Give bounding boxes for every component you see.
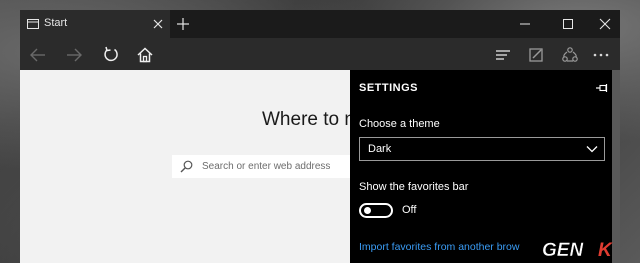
theme-selected-value: Dark (368, 143, 392, 155)
web-note-icon[interactable] (527, 46, 545, 64)
toggle-knob (364, 207, 371, 214)
start-page: Where to ne Search or enter web address (20, 70, 350, 263)
favorites-toggle-state: Off (402, 204, 417, 216)
tab-start[interactable]: Start (20, 10, 170, 38)
genk-watermark-logo: GEN K (542, 240, 613, 260)
navigation-bar (20, 38, 620, 70)
scrollbar[interactable] (612, 70, 620, 263)
favorites-bar-label: Show the favorites bar (359, 181, 469, 193)
refresh-icon[interactable] (102, 46, 120, 64)
more-icon[interactable] (592, 46, 610, 64)
settings-pane: SETTINGS Choose a theme Dark Show the fa… (350, 70, 620, 263)
close-icon[interactable] (597, 16, 613, 32)
settings-title: SETTINGS (359, 82, 419, 94)
browser-window: Start Where to n Search or enter web add… (20, 10, 620, 263)
favorites-bar-toggle[interactable] (359, 203, 393, 218)
pin-icon[interactable] (595, 81, 609, 95)
hub-icon[interactable] (494, 46, 512, 64)
search-input[interactable]: Search or enter web address (172, 155, 350, 178)
maximize-icon[interactable] (560, 16, 576, 32)
minimize-icon[interactable] (517, 16, 533, 32)
chevron-down-icon (586, 146, 598, 153)
theme-dropdown[interactable]: Dark (359, 137, 605, 161)
theme-label: Choose a theme (359, 118, 440, 130)
plus-icon[interactable] (176, 17, 190, 31)
forward-arrow-icon[interactable] (65, 46, 83, 64)
close-icon[interactable] (152, 18, 164, 30)
home-icon[interactable] (136, 46, 154, 64)
svg-text:GEN: GEN (542, 240, 584, 260)
page-heading: Where to ne (262, 109, 350, 130)
svg-text:K: K (598, 240, 613, 260)
search-icon (180, 160, 193, 173)
back-arrow-icon[interactable] (29, 46, 47, 64)
tab-page-icon (27, 19, 39, 29)
tab-bar: Start (20, 10, 620, 38)
share-icon[interactable] (561, 46, 579, 64)
tab-title: Start (44, 17, 68, 29)
import-favorites-link[interactable]: Import favorites from another brow (359, 241, 519, 253)
search-placeholder: Search or enter web address (202, 161, 331, 172)
